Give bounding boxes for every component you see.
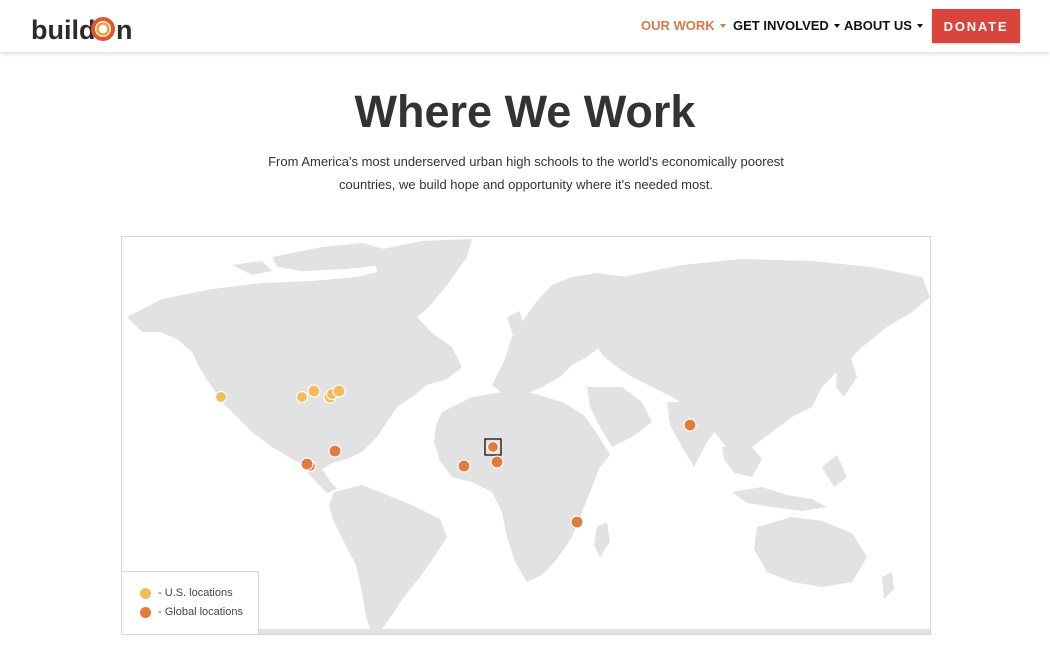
global-location-marker[interactable]: [328, 444, 342, 458]
legend-label-us: - U.S. locations: [158, 587, 233, 599]
global-marker-icon: [140, 606, 151, 618]
global-location-marker[interactable]: [457, 459, 471, 473]
chevron-down-icon: [833, 24, 840, 28]
legend-label-global: - Global locations: [158, 606, 243, 618]
logo-mark: build n: [31, 15, 133, 44]
map-legend: - U.S. locations - Global locations: [121, 571, 259, 635]
legend-item-global: - Global locations: [140, 606, 243, 618]
us-location-marker[interactable]: [295, 390, 309, 404]
nav-our-work[interactable]: OUR WORK: [641, 18, 726, 33]
nav-get-involved-label: GET INVOLVED: [733, 18, 829, 33]
us-location-marker[interactable]: [332, 384, 346, 398]
us-marker-icon: [140, 587, 151, 599]
us-location-marker[interactable]: [214, 390, 228, 404]
global-location-marker[interactable]: [300, 457, 314, 471]
nav-our-work-label: OUR WORK: [641, 18, 715, 33]
nav-about-us-label: ABOUT US: [844, 18, 912, 33]
global-location-marker[interactable]: [486, 440, 500, 454]
chevron-down-icon: [916, 24, 923, 28]
buildon-logo[interactable]: build n: [31, 8, 141, 44]
chevron-down-icon: [719, 24, 726, 28]
donate-button[interactable]: DONATE: [932, 9, 1020, 43]
site-header: build n OUR WORK GET INVOLVED ABOUT US D…: [0, 0, 1050, 52]
global-location-marker[interactable]: [570, 515, 584, 529]
logo-text-right: n: [116, 15, 133, 44]
logo-text-left: build: [31, 15, 95, 44]
nav-about-us[interactable]: ABOUT US: [844, 18, 923, 33]
global-location-marker[interactable]: [490, 455, 504, 469]
page-title: Where We Work: [354, 86, 696, 137]
us-location-marker[interactable]: [307, 384, 321, 398]
page-subtitle: From America's most underserved urban hi…: [268, 154, 784, 192]
legend-item-us: - U.S. locations: [140, 587, 233, 599]
global-location-marker[interactable]: [683, 418, 697, 432]
nav-get-involved[interactable]: GET INVOLVED: [733, 18, 840, 33]
